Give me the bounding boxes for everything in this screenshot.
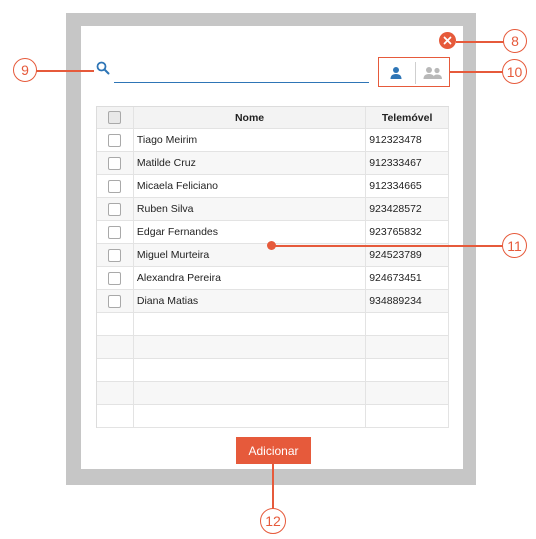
- callout-12-leader: [272, 464, 274, 510]
- column-header-phone: Telemóvel: [366, 107, 449, 128]
- callout-9: 9: [13, 58, 37, 82]
- row-checkbox-cell: [97, 198, 134, 220]
- contact-name: Matilde Cruz: [134, 152, 367, 174]
- row-checkbox[interactable]: [108, 271, 122, 285]
- contact-phone: 934889234: [366, 290, 449, 312]
- empty-cell: [97, 382, 134, 404]
- close-button[interactable]: [439, 32, 456, 49]
- empty-cell: [97, 359, 134, 381]
- empty-cell: [97, 336, 134, 358]
- callout-11: 11: [502, 233, 527, 258]
- row-checkbox-cell: [97, 267, 134, 289]
- table-row[interactable]: Matilde Cruz 912333467: [97, 152, 449, 175]
- row-checkbox[interactable]: [108, 202, 122, 216]
- contact-name: [134, 336, 367, 358]
- contact-phone: 912334665: [366, 175, 449, 197]
- row-checkbox-cell: [97, 152, 134, 174]
- contact-phone: [366, 336, 449, 358]
- select-all-checkbox[interactable]: [108, 111, 122, 124]
- callout-8-leader: [456, 41, 506, 43]
- row-checkbox[interactable]: [108, 133, 122, 147]
- callout-9-leader: [36, 70, 94, 72]
- table-row[interactable]: Tiago Meirim 912323478: [97, 129, 449, 152]
- group-view-button[interactable]: [419, 62, 447, 84]
- row-checkbox-cell: [97, 175, 134, 197]
- contact-name: Diana Matias: [134, 290, 367, 312]
- contact-name: Ruben Silva: [134, 198, 367, 220]
- callout-10-leader: [450, 71, 505, 73]
- table-header: Nome Telemóvel: [97, 107, 449, 129]
- contact-name: [134, 405, 367, 427]
- callout-11-leader: [272, 245, 503, 247]
- contact-phone: 912323478: [366, 129, 449, 151]
- table-row[interactable]: Ruben Silva 923428572: [97, 198, 449, 221]
- callout-10: 10: [502, 59, 527, 84]
- contact-name: [134, 382, 367, 404]
- contact-phone: 923765832: [366, 221, 449, 243]
- column-header-name: Nome: [134, 107, 367, 128]
- row-checkbox-cell: [97, 221, 134, 243]
- row-checkbox[interactable]: [108, 248, 122, 262]
- row-checkbox[interactable]: [108, 156, 122, 170]
- table-row[interactable]: Diana Matias 934889234: [97, 290, 449, 313]
- callout-12: 12: [260, 508, 286, 534]
- contact-phone: [366, 359, 449, 381]
- contact-phone: 924523789: [366, 244, 449, 266]
- single-contact-view-button[interactable]: [382, 62, 410, 84]
- table-row[interactable]: Micaela Feliciano 912334665: [97, 175, 449, 198]
- empty-table-row: [97, 359, 449, 382]
- search-icon: [96, 61, 110, 75]
- contact-name: Miguel Murteira: [134, 244, 367, 266]
- contact-name: [134, 313, 367, 335]
- row-checkbox-cell: [97, 129, 134, 151]
- table-row[interactable]: Alexandra Pereira 924673451: [97, 267, 449, 290]
- empty-table-row: [97, 336, 449, 359]
- contact-phone: 924673451: [366, 267, 449, 289]
- contact-name: Alexandra Pereira: [134, 267, 367, 289]
- empty-cell: [97, 313, 134, 335]
- empty-cell: [97, 405, 134, 427]
- contact-name: [134, 359, 367, 381]
- empty-table-row: [97, 382, 449, 405]
- person-icon: [390, 67, 402, 79]
- search-input[interactable]: [114, 61, 369, 83]
- empty-table-row: [97, 405, 449, 428]
- contact-name: Edgar Fernandes: [134, 221, 367, 243]
- toggle-separator: [415, 62, 416, 84]
- row-checkbox[interactable]: [108, 179, 122, 193]
- view-toggle: [378, 57, 450, 87]
- row-checkbox-cell: [97, 290, 134, 312]
- row-checkbox[interactable]: [108, 294, 122, 308]
- group-icon: [423, 67, 442, 79]
- contact-phone: [366, 405, 449, 427]
- contact-phone: [366, 313, 449, 335]
- contacts-table: Nome Telemóvel Tiago Meirim 912323478 Ma…: [96, 106, 449, 428]
- contact-name: Micaela Feliciano: [134, 175, 367, 197]
- contact-name: Tiago Meirim: [134, 129, 367, 151]
- row-checkbox[interactable]: [108, 225, 122, 239]
- row-checkbox-cell: [97, 244, 134, 266]
- contact-phone: [366, 382, 449, 404]
- contact-phone: 923428572: [366, 198, 449, 220]
- callout-8: 8: [503, 29, 527, 53]
- add-button[interactable]: Adicionar: [236, 437, 311, 464]
- header-checkbox-cell: [97, 107, 134, 128]
- screenshot-stage: Nome Telemóvel Tiago Meirim 912323478 Ma…: [0, 0, 536, 539]
- contact-phone: 912333467: [366, 152, 449, 174]
- empty-table-row: [97, 313, 449, 336]
- close-icon: [443, 36, 452, 45]
